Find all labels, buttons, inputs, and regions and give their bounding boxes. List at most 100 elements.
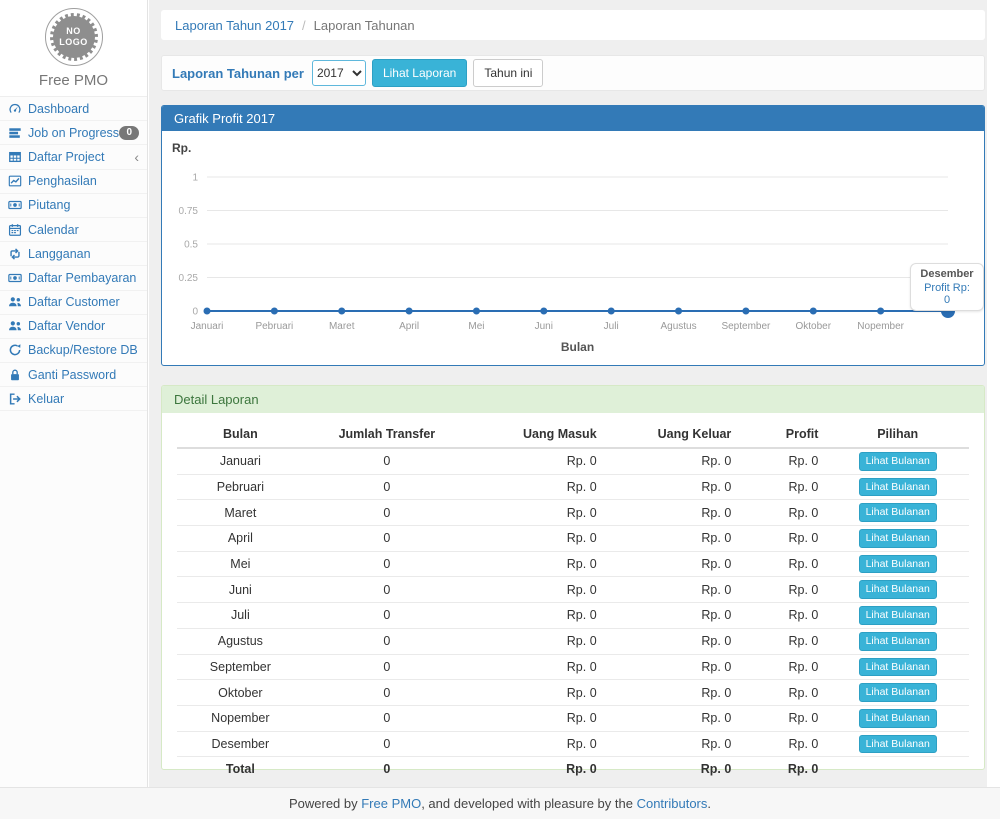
table-cell: 0 <box>304 603 470 629</box>
view-month-button[interactable]: Lihat Bulanan <box>859 658 937 677</box>
count-badge: 0 <box>119 126 139 140</box>
refresh-icon <box>8 343 23 358</box>
profit-chart: Rp. 10.750.50.250JanuariPebruariMaretApr… <box>162 131 984 364</box>
view-month-button[interactable]: Lihat Bulanan <box>859 632 937 651</box>
view-month-button[interactable]: Lihat Bulanan <box>859 683 937 702</box>
table-cell: Rp. 0 <box>605 603 740 629</box>
table-cell: Rp. 0 <box>605 448 740 474</box>
table-cell: Rp. 0 <box>605 474 740 500</box>
data-point-juni[interactable] <box>540 308 547 315</box>
table-cell: Rp. 0 <box>470 603 605 629</box>
table-row: September0Rp. 0Rp. 0Rp. 0Lihat Bulanan <box>177 654 969 680</box>
tooltip-title: Desember <box>920 268 974 280</box>
sign-out-icon <box>8 391 23 406</box>
table-cell: Rp. 0 <box>739 500 826 526</box>
sidebar-item-piutang[interactable]: Piutang <box>0 194 147 218</box>
data-point-juli[interactable] <box>608 308 615 315</box>
app-logo: NO LOGO <box>45 8 103 66</box>
report-filter-bar: Laporan Tahunan per 2017 Lihat Laporan T… <box>161 55 985 91</box>
column-header: Uang Masuk <box>470 421 605 448</box>
sidebar-item-daftar-project[interactable]: Daftar Project‹ <box>0 145 147 169</box>
view-report-button[interactable]: Lihat Laporan <box>372 59 467 88</box>
sidebar-item-label: Dashboard <box>28 102 89 116</box>
view-month-button[interactable]: Lihat Bulanan <box>859 478 937 497</box>
sidebar-item-langganan[interactable]: Langganan <box>0 242 147 266</box>
svg-text:1: 1 <box>192 173 198 184</box>
table-cell: Rp. 0 <box>470 500 605 526</box>
table-cell: 0 <box>304 680 470 706</box>
free-pmo-link[interactable]: Free PMO <box>361 796 421 811</box>
view-month-button[interactable]: Lihat Bulanan <box>859 555 937 574</box>
svg-text:0.5: 0.5 <box>184 240 198 251</box>
report-table: BulanJumlah TransferUang MasukUang Kelua… <box>177 421 969 781</box>
view-month-button[interactable]: Lihat Bulanan <box>859 529 937 548</box>
view-month-button[interactable]: Lihat Bulanan <box>859 580 937 599</box>
table-cell: Mei <box>177 551 304 577</box>
sidebar-item-job-on-progress[interactable]: Job on Progress0 <box>0 121 147 145</box>
column-header: Bulan <box>177 421 304 448</box>
brand-name: Free PMO <box>0 72 147 89</box>
view-month-button[interactable]: Lihat Bulanan <box>859 606 937 625</box>
contributors-link[interactable]: Contributors <box>637 796 708 811</box>
sidebar-item-daftar-vendor[interactable]: Daftar Vendor <box>0 315 147 339</box>
sidebar-item-backup-restore-db[interactable]: Backup/Restore DB <box>0 339 147 363</box>
data-point-september[interactable] <box>742 308 749 315</box>
chevron-left-icon: ‹ <box>134 150 139 164</box>
view-month-button[interactable]: Lihat Bulanan <box>859 503 937 522</box>
table-cell: Rp. 0 <box>605 551 740 577</box>
data-point-pebruari[interactable] <box>271 308 278 315</box>
svg-text:Bulan: Bulan <box>561 340 594 354</box>
table-cell: Rp. 0 <box>739 448 826 474</box>
data-point-oktober[interactable] <box>810 308 817 315</box>
svg-text:Agustus: Agustus <box>660 321 696 332</box>
profit-chart-panel: Grafik Profit 2017 Rp. 10.750.50.250Janu… <box>161 105 985 366</box>
breadcrumb-current: Laporan Tahunan <box>314 18 415 33</box>
table-cell: 0 <box>304 500 470 526</box>
table-cell: Rp. 0 <box>739 551 826 577</box>
sidebar-item-label: Daftar Customer <box>28 295 120 309</box>
sidebar-item-daftar-customer[interactable]: Daftar Customer <box>0 291 147 315</box>
data-point-januari[interactable] <box>204 308 211 315</box>
footer-text: Powered by Free PMO, and developed with … <box>289 796 711 811</box>
table-cell: 0 <box>304 526 470 552</box>
table-cell: September <box>177 654 304 680</box>
calendar-icon <box>8 222 23 237</box>
data-point-agustus[interactable] <box>675 308 682 315</box>
table-row: Juni0Rp. 0Rp. 0Rp. 0Lihat Bulanan <box>177 577 969 603</box>
column-header: Profit <box>739 421 826 448</box>
view-month-button[interactable]: Lihat Bulanan <box>859 735 937 754</box>
breadcrumb-separator: / <box>302 18 306 33</box>
scrollbar-gutter[interactable] <box>987 0 1000 787</box>
view-month-button[interactable]: Lihat Bulanan <box>859 452 937 471</box>
table-cell: April <box>177 526 304 552</box>
year-select[interactable]: 2017 <box>312 60 366 86</box>
table-cell: Rp. 0 <box>605 577 740 603</box>
table-cell: 0 <box>304 577 470 603</box>
sidebar-item-dashboard[interactable]: Dashboard <box>0 97 147 121</box>
sidebar-item-ganti-password[interactable]: Ganti Password <box>0 363 147 387</box>
table-action-cell: Lihat Bulanan <box>826 500 969 526</box>
view-month-button[interactable]: Lihat Bulanan <box>859 709 937 728</box>
table-cell: Rp. 0 <box>605 654 740 680</box>
line-chart-icon <box>8 174 23 189</box>
sidebar-item-label: Piutang <box>28 198 70 212</box>
table-row: Pebruari0Rp. 0Rp. 0Rp. 0Lihat Bulanan <box>177 474 969 500</box>
table-cell: Rp. 0 <box>739 526 826 552</box>
table-cell: Rp. 0 <box>605 757 740 781</box>
data-point-mei[interactable] <box>473 308 480 315</box>
sidebar-item-daftar-pembayaran[interactable]: Daftar Pembayaran <box>0 266 147 290</box>
table-cell: Maret <box>177 500 304 526</box>
data-point-april[interactable] <box>406 308 413 315</box>
this-year-button[interactable]: Tahun ini <box>473 59 543 88</box>
breadcrumb-link[interactable]: Laporan Tahun 2017 <box>175 18 294 33</box>
sidebar-item-penghasilan[interactable]: Penghasilan <box>0 170 147 194</box>
sidebar-item-calendar[interactable]: Calendar <box>0 218 147 242</box>
table-cell: Nopember <box>177 705 304 731</box>
table-cell: Rp. 0 <box>470 526 605 552</box>
sidebar-item-keluar[interactable]: Keluar <box>0 387 147 411</box>
data-point-maret[interactable] <box>338 308 345 315</box>
table-cell: Rp. 0 <box>739 705 826 731</box>
data-point-nopember[interactable] <box>877 308 884 315</box>
table-icon <box>8 149 23 164</box>
table-action-cell: Lihat Bulanan <box>826 680 969 706</box>
